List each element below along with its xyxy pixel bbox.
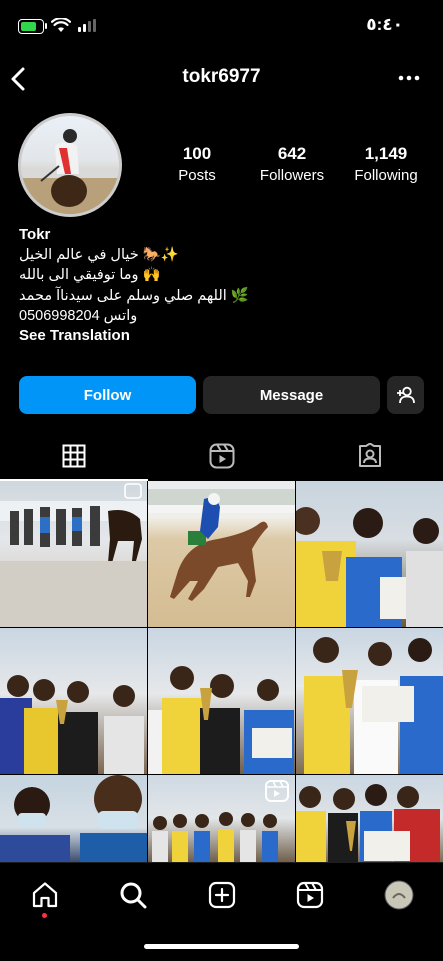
home-indicator-bar bbox=[144, 944, 299, 949]
profile-name: Tokr bbox=[19, 226, 51, 243]
wifi-icon bbox=[51, 18, 71, 32]
nav-home[interactable] bbox=[29, 879, 61, 911]
post-thumbnail[interactable] bbox=[0, 775, 147, 862]
post-thumbnail[interactable] bbox=[0, 481, 147, 627]
posts-stat[interactable]: 100 Posts bbox=[168, 144, 226, 184]
post-thumbnail[interactable] bbox=[148, 628, 295, 774]
nav-reels[interactable] bbox=[294, 879, 326, 911]
bio-line: اللهم صلي وسلم على سيدناآ محمد 🌿 bbox=[19, 288, 249, 304]
profile-username: tokr6977 bbox=[182, 66, 261, 87]
post-thumbnail[interactable] bbox=[296, 775, 443, 862]
following-label: Following bbox=[354, 167, 418, 184]
nav-search[interactable] bbox=[117, 879, 149, 911]
tagged-icon bbox=[358, 443, 381, 467]
add-user-icon bbox=[396, 386, 415, 404]
nav-profile[interactable] bbox=[383, 879, 415, 911]
post-thumbnail[interactable] bbox=[296, 481, 443, 627]
status-bar: ٥:٤٠ bbox=[0, 0, 443, 50]
grid-icon bbox=[62, 444, 85, 468]
tab-posts-grid[interactable] bbox=[0, 432, 147, 480]
bio-contact: واتس 0506998204 bbox=[19, 308, 138, 324]
reels-icon bbox=[296, 881, 324, 909]
post-thumbnail[interactable] bbox=[0, 628, 147, 774]
bio-line: وما توفيقي الى بالله 🙌 bbox=[19, 267, 161, 283]
tab-tagged[interactable] bbox=[296, 432, 443, 480]
posts-count: 100 bbox=[182, 144, 212, 163]
followers-label: Followers bbox=[259, 167, 325, 184]
cellular-signal-icon bbox=[78, 19, 96, 32]
post-thumbnail[interactable] bbox=[148, 481, 295, 627]
followers-stat[interactable]: 642 Followers bbox=[251, 144, 333, 184]
profile-avatar[interactable] bbox=[21, 116, 119, 214]
bio-line: خيال في عالم الخيل 🐎✨ bbox=[19, 247, 179, 263]
message-button[interactable]: Message bbox=[203, 376, 380, 414]
post-thumbnail[interactable] bbox=[296, 628, 443, 774]
more-options-icon[interactable] bbox=[398, 74, 420, 82]
post-thumbnail[interactable] bbox=[148, 775, 295, 862]
posts-label: Posts bbox=[178, 167, 216, 184]
tab-reels[interactable] bbox=[148, 432, 295, 480]
home-icon bbox=[32, 882, 58, 908]
create-icon bbox=[208, 881, 236, 909]
notification-dot bbox=[42, 913, 47, 918]
see-translation-link[interactable]: See Translation bbox=[19, 327, 130, 344]
following-stat[interactable]: 1,149 Following bbox=[346, 144, 426, 184]
following-count: 1,149 bbox=[364, 144, 408, 163]
followers-count: 642 bbox=[277, 144, 307, 163]
follow-button[interactable]: Follow bbox=[19, 376, 196, 414]
clock: ٥:٤٠ bbox=[366, 15, 403, 34]
reels-icon bbox=[209, 443, 234, 469]
search-icon bbox=[120, 882, 147, 909]
battery-icon bbox=[18, 19, 44, 34]
nav-create[interactable] bbox=[206, 879, 238, 911]
suggested-users-button[interactable] bbox=[387, 376, 424, 414]
profile-avatar bbox=[384, 880, 414, 910]
